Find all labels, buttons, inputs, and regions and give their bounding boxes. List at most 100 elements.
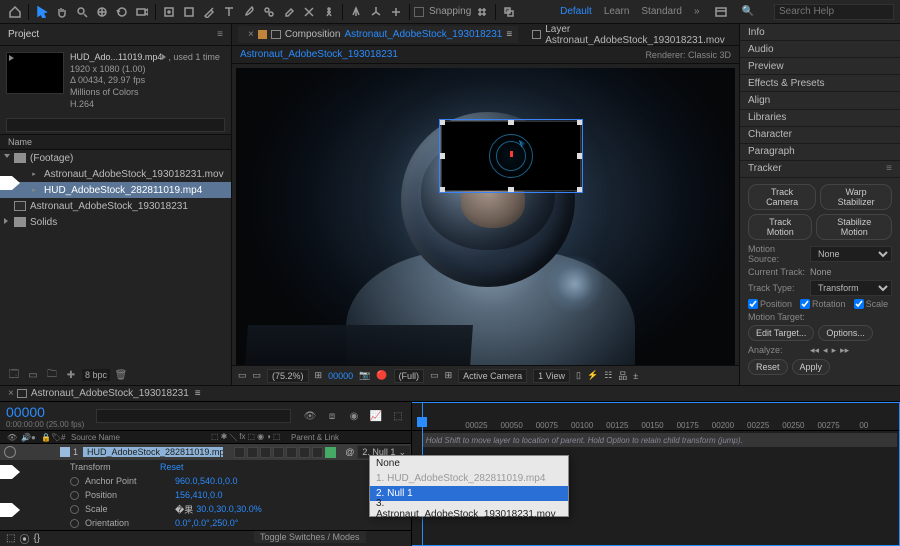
track-type-select[interactable]: Transform: [810, 280, 892, 296]
axis-view-icon[interactable]: [387, 3, 405, 21]
layer-tab[interactable]: Layer Astronaut_AdobeStock_193018231.mov: [526, 21, 733, 49]
axis-local-icon[interactable]: [347, 3, 365, 21]
trash-icon[interactable]: 🗑: [113, 367, 129, 383]
time-display[interactable]: 00000: [328, 371, 353, 381]
stabilize-motion-button[interactable]: Stabilize Motion: [816, 214, 892, 240]
panel-libraries[interactable]: Libraries: [740, 110, 900, 127]
scale-value[interactable]: 30.0,30.0,30.0%: [196, 504, 262, 514]
camera-select[interactable]: Active Camera: [458, 369, 527, 383]
dropdown-item-astronaut[interactable]: 3. Astronaut_AdobeStock_193018231.mov: [370, 501, 568, 516]
collapse-switch[interactable]: [247, 447, 258, 458]
warp-stabilizer-button[interactable]: Warp Stabilizer: [820, 184, 892, 210]
hand-tool[interactable]: [53, 3, 71, 21]
shy-switch[interactable]: [234, 447, 245, 458]
track-camera-button[interactable]: Track Camera: [748, 184, 816, 210]
composition-viewer[interactable]: Active Camera: [232, 64, 739, 385]
motion-blur-switch[interactable]: [299, 447, 310, 458]
motion-blur-icon[interactable]: ◉: [347, 409, 361, 423]
zoom-tool[interactable]: [73, 3, 91, 21]
comp-flowchart-icon[interactable]: 品: [618, 369, 627, 382]
close-icon[interactable]: ×: [8, 388, 14, 399]
analyze-fwd-icon[interactable]: ▸▸: [840, 345, 849, 356]
shape-tool[interactable]: [180, 3, 198, 21]
workspace-more[interactable]: »: [694, 6, 700, 17]
stopwatch-scale[interactable]: [70, 505, 79, 514]
workspace-learn[interactable]: Learn: [604, 6, 630, 17]
panel-tracker[interactable]: Tracker≡: [740, 161, 900, 178]
options-button[interactable]: Options...: [818, 325, 873, 341]
breadcrumb-comp[interactable]: Astronaut_AdobeStock_193018231: [240, 49, 398, 60]
folder-footage[interactable]: (Footage): [0, 150, 231, 166]
project-search-input[interactable]: [6, 118, 225, 132]
orbit-tool[interactable]: [93, 3, 111, 21]
pen-tool[interactable]: [200, 3, 218, 21]
selection-tool[interactable]: [33, 3, 51, 21]
footage-hud-mp4[interactable]: HUD_AdobeStock_282811019.mp4: [0, 182, 231, 198]
resolution-icon[interactable]: ⊞: [315, 370, 323, 381]
anchor-point-value[interactable]: 960.0,540.0,0.0: [175, 476, 238, 486]
view-select[interactable]: 1 View: [533, 369, 570, 383]
analyze-step-back-icon[interactable]: ◂: [823, 345, 828, 356]
toggle-switches-icon[interactable]: ⬚: [6, 533, 15, 544]
lock-icon[interactable]: [258, 30, 267, 39]
draft-3d-icon[interactable]: ⬚: [391, 409, 405, 423]
composition-tab[interactable]: × Composition Astronaut_AdobeStock_19301…: [238, 26, 518, 43]
current-time[interactable]: 00000: [6, 404, 84, 420]
rotation-checkbox[interactable]: [800, 299, 810, 309]
panel-audio[interactable]: Audio: [740, 41, 900, 58]
scale-checkbox[interactable]: [854, 299, 864, 309]
renderer-select[interactable]: Classic 3D: [688, 50, 731, 60]
shy-icon[interactable]: 👁: [303, 409, 317, 423]
label-color[interactable]: [60, 447, 70, 457]
new-folder-icon[interactable]: 🗀: [44, 367, 60, 383]
snapping-checkbox[interactable]: [414, 7, 424, 17]
timeline-icon[interactable]: ☷: [604, 370, 612, 381]
reset-transform[interactable]: Reset: [160, 462, 184, 472]
clone-tool[interactable]: [260, 3, 278, 21]
track-motion-button[interactable]: Track Motion: [748, 214, 812, 240]
pickwhip-icon[interactable]: @: [345, 447, 354, 457]
rotation-tool[interactable]: [113, 3, 131, 21]
camera-tool[interactable]: [133, 3, 151, 21]
axis-world-icon[interactable]: [367, 3, 385, 21]
zoom-select[interactable]: (75.2%): [267, 369, 309, 383]
panel-info[interactable]: Info: [740, 24, 900, 41]
motion-source-select[interactable]: None: [810, 246, 892, 262]
snapshot-icon[interactable]: 📷: [359, 370, 370, 381]
project-tab[interactable]: Project: [8, 29, 39, 40]
analyze-back-icon[interactable]: ◂◂: [810, 345, 819, 356]
fast-preview-icon[interactable]: ⚡: [587, 370, 598, 381]
reset-button[interactable]: Reset: [748, 359, 788, 375]
position-checkbox[interactable]: [748, 299, 758, 309]
orientation-value[interactable]: 0.0°,0.0°,250.0°: [175, 518, 238, 528]
folder-solids[interactable]: Solids: [0, 214, 231, 230]
bpc-display[interactable]: 8 bpc: [82, 369, 110, 381]
timeline-comp-name[interactable]: Astronaut_AdobeStock_193018231: [31, 388, 189, 399]
frame-blend-switch[interactable]: [286, 447, 297, 458]
apply-button[interactable]: Apply: [792, 359, 831, 375]
analyze-step-fwd-icon[interactable]: ▸: [832, 345, 837, 356]
grid-icon[interactable]: ⊞: [445, 370, 453, 381]
footage-astronaut-mov[interactable]: Astronaut_AdobeStock_193018231.mov: [0, 166, 231, 182]
toggle-inout-icon[interactable]: {}: [33, 533, 40, 544]
quality-switch[interactable]: [260, 447, 271, 458]
workspace-default[interactable]: Default: [560, 6, 592, 17]
pixel-aspect-icon[interactable]: ▯: [576, 370, 581, 381]
snap-options-icon[interactable]: [473, 3, 491, 21]
panel-preview[interactable]: Preview: [740, 58, 900, 75]
toggle-modes-icon[interactable]: ⦿: [19, 531, 29, 546]
workspace-standard[interactable]: Standard: [641, 6, 682, 17]
puppet-tool[interactable]: [320, 3, 338, 21]
panel-paragraph[interactable]: Paragraph: [740, 144, 900, 161]
frame-blend-icon[interactable]: ⧈: [325, 409, 339, 423]
brush-tool[interactable]: [240, 3, 258, 21]
edit-target-button[interactable]: Edit Target...: [748, 325, 814, 341]
exposure-icon[interactable]: ±: [633, 371, 638, 381]
stopwatch-anchor[interactable]: [70, 477, 79, 486]
resolution-select[interactable]: (Full): [394, 369, 425, 383]
time-ruler[interactable]: 0002500050000750010000125001500017500200…: [412, 403, 899, 431]
3d-switch[interactable]: [325, 447, 336, 458]
hud-layer[interactable]: [441, 121, 581, 191]
toggle-mask-icon[interactable]: ▭: [253, 370, 262, 381]
new-adjustment-icon[interactable]: ✚: [63, 367, 79, 383]
